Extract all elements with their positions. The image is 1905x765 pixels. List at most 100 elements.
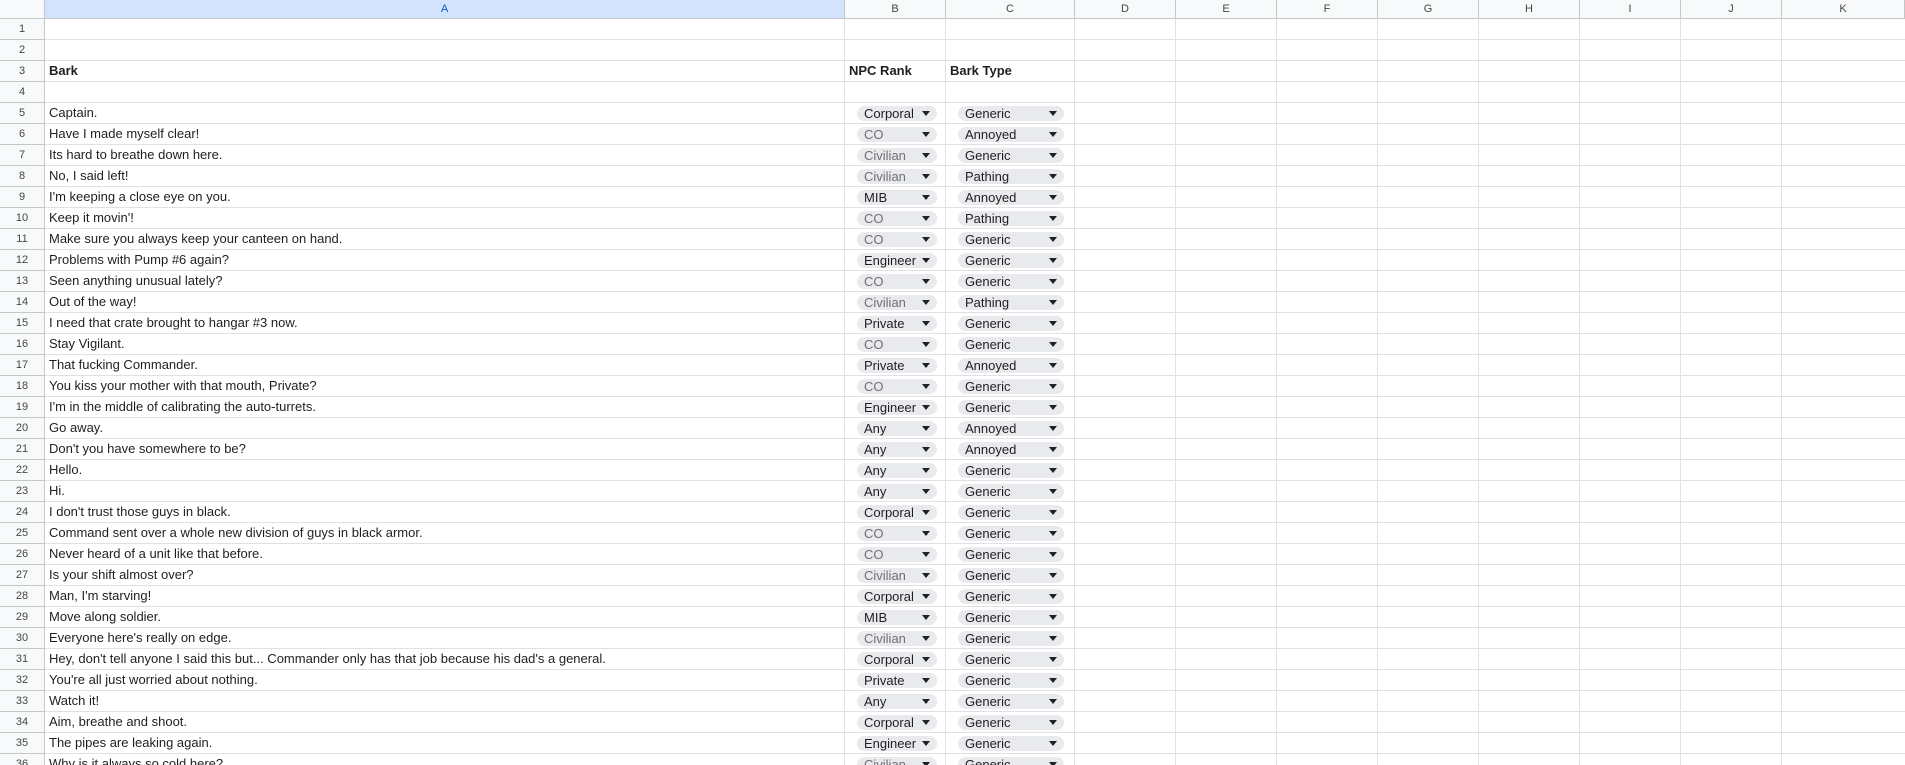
bark-type-dropdown[interactable]: Generic — [958, 568, 1064, 583]
bark-type-dropdown[interactable]: Annoyed — [958, 190, 1064, 205]
bark-text-cell[interactable]: Hey, don't tell anyone I said this but..… — [45, 649, 845, 669]
npc-rank-dropdown[interactable]: CO — [857, 526, 937, 541]
bark-text-cell[interactable]: Stay Vigilant. — [45, 334, 845, 354]
npc-rank-dropdown[interactable]: Engineer — [857, 400, 937, 415]
dropdown-arrow-icon[interactable] — [1049, 153, 1057, 158]
npc-rank-dropdown[interactable]: Any — [857, 442, 937, 457]
dropdown-arrow-icon[interactable] — [922, 468, 930, 473]
npc-rank-dropdown[interactable]: Engineer — [857, 253, 937, 268]
column-header-g[interactable]: G — [1378, 0, 1479, 19]
bark-text-cell[interactable]: Seen anything unusual lately? — [45, 271, 845, 291]
row-header[interactable]: 7 — [0, 145, 45, 166]
npc-rank-dropdown[interactable]: Private — [857, 316, 937, 331]
bark-type-dropdown[interactable]: Generic — [958, 232, 1064, 247]
bark-text-cell[interactable]: Man, I'm starving! — [45, 586, 845, 606]
dropdown-arrow-icon[interactable] — [1049, 405, 1057, 410]
bark-type-dropdown[interactable]: Generic — [958, 757, 1064, 765]
row-header[interactable]: 16 — [0, 334, 45, 355]
row-header[interactable]: 24 — [0, 502, 45, 523]
row-header[interactable]: 26 — [0, 544, 45, 565]
column-header-e[interactable]: E — [1176, 0, 1277, 19]
dropdown-arrow-icon[interactable] — [922, 237, 930, 242]
dropdown-arrow-icon[interactable] — [922, 405, 930, 410]
npc-rank-dropdown[interactable]: Any — [857, 463, 937, 478]
npc-rank-dropdown[interactable]: Corporal — [857, 505, 937, 520]
npc-rank-dropdown[interactable]: CO — [857, 379, 937, 394]
column-header-h[interactable]: H — [1479, 0, 1580, 19]
row-header[interactable]: 14 — [0, 292, 45, 313]
dropdown-arrow-icon[interactable] — [922, 321, 930, 326]
row-header[interactable]: 18 — [0, 376, 45, 397]
dropdown-arrow-icon[interactable] — [922, 195, 930, 200]
dropdown-arrow-icon[interactable] — [1049, 258, 1057, 263]
bark-text-cell[interactable]: Its hard to breathe down here. — [45, 145, 845, 165]
dropdown-arrow-icon[interactable] — [922, 426, 930, 431]
column-header-f[interactable]: F — [1277, 0, 1378, 19]
dropdown-arrow-icon[interactable] — [922, 384, 930, 389]
column-header-b[interactable]: B — [845, 0, 946, 19]
npc-rank-dropdown[interactable]: Corporal — [857, 106, 937, 121]
bark-type-dropdown[interactable]: Pathing — [958, 295, 1064, 310]
bark-text-cell[interactable]: No, I said left! — [45, 166, 845, 186]
bark-type-dropdown[interactable]: Generic — [958, 547, 1064, 562]
row-header[interactable]: 27 — [0, 565, 45, 586]
npc-rank-dropdown[interactable]: CO — [857, 127, 937, 142]
npc-rank-dropdown[interactable]: Private — [857, 358, 937, 373]
npc-rank-dropdown[interactable]: MIB — [857, 610, 937, 625]
bark-text-cell[interactable]: Problems with Pump #6 again? — [45, 250, 845, 270]
npc-rank-dropdown[interactable]: Civilian — [857, 568, 937, 583]
dropdown-arrow-icon[interactable] — [922, 678, 930, 683]
dropdown-arrow-icon[interactable] — [1049, 279, 1057, 284]
bark-text-cell[interactable]: You're all just worried about nothing. — [45, 670, 845, 690]
bark-type-dropdown[interactable]: Generic — [958, 589, 1064, 604]
row-header[interactable]: 29 — [0, 607, 45, 628]
bark-type-dropdown[interactable]: Generic — [958, 337, 1064, 352]
dropdown-arrow-icon[interactable] — [922, 510, 930, 515]
dropdown-arrow-icon[interactable] — [1049, 237, 1057, 242]
npc-rank-dropdown[interactable]: CO — [857, 232, 937, 247]
column-header-j[interactable]: J — [1681, 0, 1782, 19]
bark-text-cell[interactable]: Make sure you always keep your canteen o… — [45, 229, 845, 249]
dropdown-arrow-icon[interactable] — [1049, 468, 1057, 473]
npc-rank-dropdown[interactable]: CO — [857, 274, 937, 289]
row-header[interactable]: 33 — [0, 691, 45, 712]
bark-type-dropdown[interactable]: Generic — [958, 694, 1064, 709]
dropdown-arrow-icon[interactable] — [922, 132, 930, 137]
row-header[interactable]: 36 — [0, 754, 45, 765]
bark-text-cell[interactable]: I'm keeping a close eye on you. — [45, 187, 845, 207]
dropdown-arrow-icon[interactable] — [1049, 363, 1057, 368]
dropdown-arrow-icon[interactable] — [1049, 636, 1057, 641]
row-header[interactable]: 34 — [0, 712, 45, 733]
bark-text-cell[interactable]: Hi. — [45, 481, 845, 501]
dropdown-arrow-icon[interactable] — [1049, 384, 1057, 389]
dropdown-arrow-icon[interactable] — [1049, 741, 1057, 746]
row-header[interactable]: 22 — [0, 460, 45, 481]
dropdown-arrow-icon[interactable] — [922, 594, 930, 599]
dropdown-arrow-icon[interactable] — [1049, 699, 1057, 704]
npc-rank-dropdown[interactable]: Corporal — [857, 589, 937, 604]
bark-type-dropdown[interactable]: Generic — [958, 673, 1064, 688]
bark-text-cell[interactable]: Never heard of a unit like that before. — [45, 544, 845, 564]
dropdown-arrow-icon[interactable] — [1049, 720, 1057, 725]
bark-type-dropdown[interactable]: Generic — [958, 505, 1064, 520]
dropdown-arrow-icon[interactable] — [1049, 132, 1057, 137]
row-header[interactable]: 9 — [0, 187, 45, 208]
bark-type-dropdown[interactable]: Annoyed — [958, 358, 1064, 373]
dropdown-arrow-icon[interactable] — [1049, 531, 1057, 536]
dropdown-arrow-icon[interactable] — [922, 216, 930, 221]
dropdown-arrow-icon[interactable] — [922, 111, 930, 116]
column-header-i[interactable]: I — [1580, 0, 1681, 19]
bark-type-dropdown[interactable]: Generic — [958, 379, 1064, 394]
dropdown-arrow-icon[interactable] — [922, 657, 930, 662]
bark-text-cell[interactable]: I don't trust those guys in black. — [45, 502, 845, 522]
npc-rank-dropdown[interactable]: Corporal — [857, 652, 937, 667]
row-header[interactable]: 17 — [0, 355, 45, 376]
column-header-c[interactable]: C — [946, 0, 1075, 19]
dropdown-arrow-icon[interactable] — [922, 741, 930, 746]
bark-text-cell[interactable]: Hello. — [45, 460, 845, 480]
dropdown-arrow-icon[interactable] — [1049, 195, 1057, 200]
bark-text-cell[interactable]: The pipes are leaking again. — [45, 733, 845, 753]
bark-type-dropdown[interactable]: Generic — [958, 463, 1064, 478]
npc-rank-dropdown[interactable]: Corporal — [857, 715, 937, 730]
dropdown-arrow-icon[interactable] — [922, 153, 930, 158]
